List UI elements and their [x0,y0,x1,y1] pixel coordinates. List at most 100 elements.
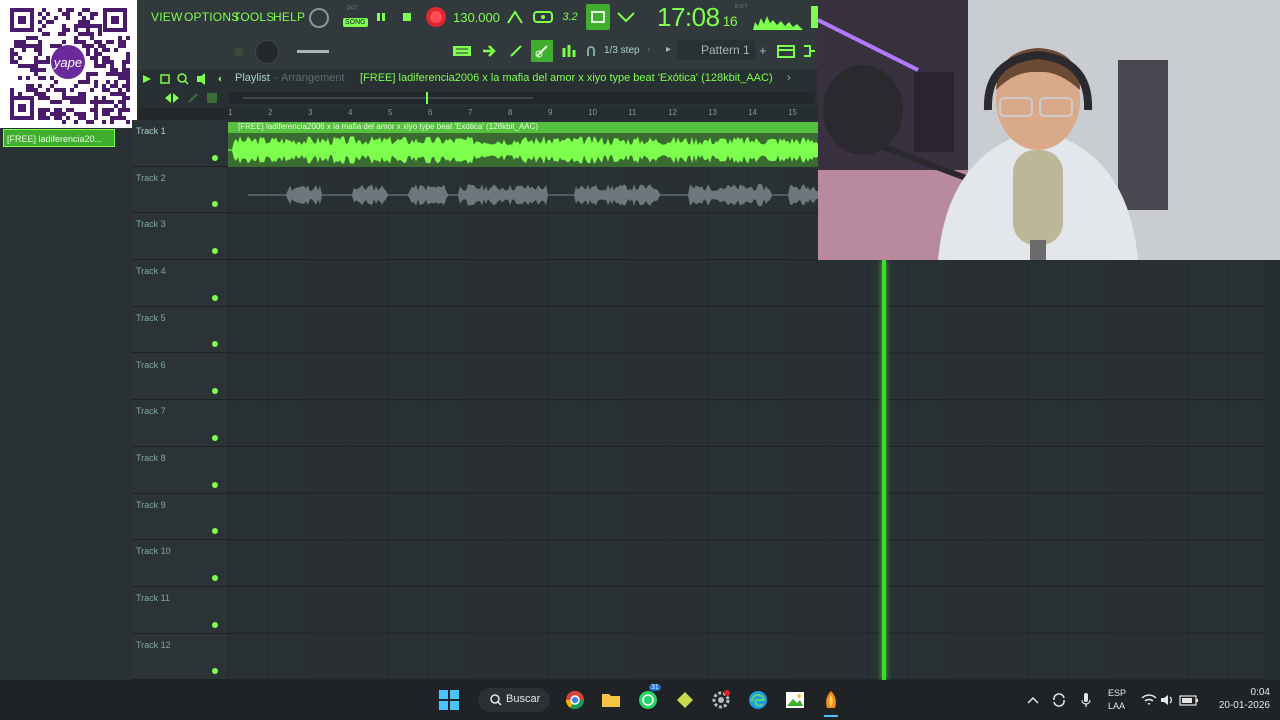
channel-rack-icon [777,45,795,58]
cpu-monitor[interactable] [753,8,803,30]
app-yellow-button[interactable] [674,689,696,711]
pat-song-toggle[interactable]: PAT SONG [343,6,368,30]
chrome-button[interactable] [564,689,586,711]
file-explorer-button[interactable] [600,689,622,711]
snap-button[interactable] [531,40,553,62]
pattern-selector[interactable]: Pattern 1 [677,40,755,60]
taskbar-search[interactable]: Buscar [478,688,550,712]
track-header[interactable]: Track 5 [132,307,228,354]
master-volume-knob[interactable] [309,8,329,28]
wifi-icon [1141,694,1157,705]
track-mute-toggle[interactable] [212,248,218,255]
countdown-button[interactable]: 3.2 [559,8,581,26]
track-header[interactable]: Track 7 [132,400,228,447]
playhead[interactable] [882,260,886,680]
master-volume-slider[interactable] [297,50,329,53]
mixer-button[interactable] [559,42,579,60]
time-ticks: 16 [722,13,738,29]
track-header[interactable]: Track 12 [132,634,228,681]
metronome-button[interactable] [505,8,525,26]
track-header[interactable]: Track 1 [132,120,228,167]
track-mute-toggle[interactable] [212,154,218,161]
add-pattern-button[interactable]: + [759,43,767,58]
track-name: Track 6 [136,359,166,370]
fl-studio-button[interactable] [820,689,842,711]
menu-tools[interactable]: TOOLS [233,10,274,24]
stop-button[interactable] [399,8,415,26]
vertical-scrollbar[interactable] [1264,260,1280,680]
playlist-more-arrow[interactable]: › [787,72,791,84]
tempo-display[interactable]: 130.000 [453,10,500,25]
record-button[interactable] [425,6,447,28]
microphone-button[interactable] [1075,689,1097,711]
fl-studio-icon [826,691,836,708]
pattern-arrow-icon[interactable]: ▸ [666,44,671,55]
playlist-button[interactable] [451,42,473,60]
track-header[interactable]: Track 4 [132,260,228,307]
browser-button[interactable] [801,41,817,61]
edge-icon [749,691,767,709]
playlist-title: Playlist [235,72,270,84]
whatsapp-button[interactable]: 31 [637,684,661,711]
scrollbar-thumb[interactable] [243,97,533,99]
pattern-icon [453,46,471,56]
track-header[interactable]: Track 3 [132,213,228,261]
ruler-tick: 3 [308,108,313,117]
master-pitch-knob[interactable] [255,40,279,64]
track-name: Track 4 [136,266,166,277]
app-settings-button[interactable] [710,689,732,711]
track-mute-toggle[interactable] [212,201,218,208]
track-mute-toggle[interactable] [212,621,218,628]
selected-clip-item[interactable]: [FREE] ladiferencia20... [3,129,115,147]
sync-button[interactable] [1048,689,1070,711]
menu-options[interactable]: OPTIONS [184,10,239,24]
track-mute-toggle[interactable] [212,668,218,675]
wait-input-button[interactable] [532,8,554,26]
track-mute-toggle[interactable] [212,388,218,395]
track-mute-toggle[interactable] [212,434,218,441]
volume-button[interactable] [1157,689,1179,711]
track-header[interactable]: Track 8 [132,447,228,494]
track-mute-toggle[interactable] [212,341,218,348]
horizontal-scrollbar[interactable] [229,92,815,104]
clock[interactable]: 0:04 20-01-2026 [1206,687,1270,715]
audio-clip-track-1[interactable]: [FREE] ladiferencia2006 x la mafia del a… [228,122,818,167]
track-mute-toggle[interactable] [212,481,218,488]
snap-arrow-icon[interactable]: › [647,44,650,55]
track-mute-toggle[interactable] [212,294,218,301]
ruler-tick: 6 [428,108,433,117]
next-arrow-button[interactable] [479,42,499,60]
start-button[interactable] [438,689,460,711]
track-header[interactable]: Track 10 [132,540,228,587]
track-header[interactable]: Track 11 [132,587,228,634]
track-name: Track 11 [136,593,171,603]
countdown-icon: 3.2 [562,11,578,23]
language-indicator[interactable]: ESP LAA [1104,688,1130,714]
tray-overflow-button[interactable] [1022,689,1044,711]
track-header[interactable]: Track 9 [132,494,228,541]
playlist-header: Playlist - Arrangement [FREE] ladiferenc… [137,70,818,88]
playlist-subtitle[interactable]: Arrangement [281,72,345,84]
whatsapp-badge: 31 [649,684,661,691]
peak-meter [811,6,818,28]
language-bottom: LAA [1108,701,1126,711]
track-mute-toggle[interactable] [212,574,218,581]
metronome-icon [507,10,523,24]
menu-help[interactable]: HELP [273,10,305,24]
pause-button[interactable] [373,8,389,26]
channel-rack-button[interactable] [775,41,797,61]
loop-record-button[interactable] [586,4,610,30]
step-edit-icon [617,12,635,23]
step-edit-button[interactable] [615,8,637,26]
track-mute-toggle[interactable] [212,528,218,535]
pencil-tool-button[interactable] [506,42,526,60]
battery-button[interactable] [1178,689,1200,711]
track-name: Track 10 [136,546,171,557]
track-header[interactable]: Track 6 [132,354,228,401]
menu-view[interactable]: VIEW [151,10,182,24]
track-header[interactable]: Track 2 [132,167,228,214]
snap-select[interactable]: 1/3 step [604,45,640,56]
photos-button[interactable] [784,689,806,711]
ruler-tick: 13 [708,108,717,117]
edge-button[interactable] [747,689,769,711]
